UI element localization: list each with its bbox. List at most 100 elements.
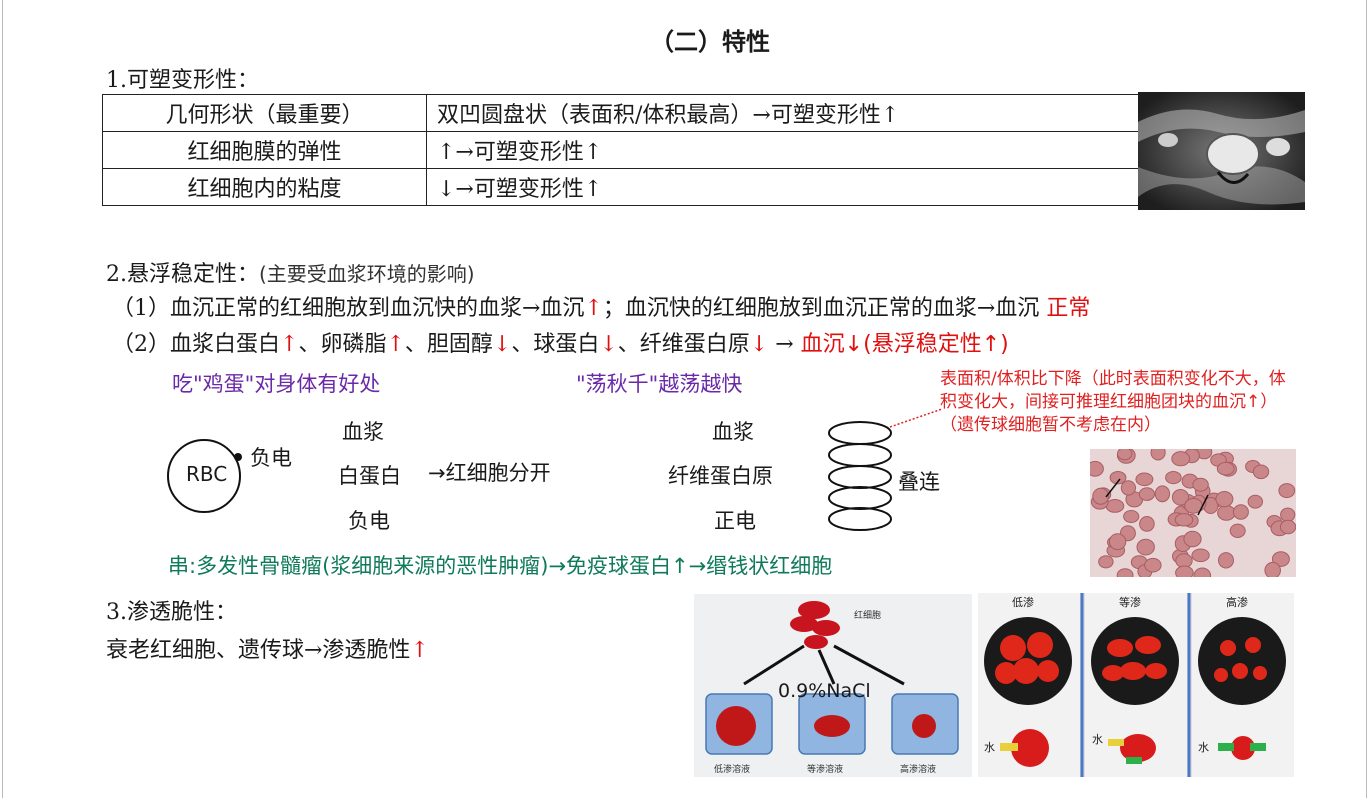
factor-cell: 红细胞膜的弹性 [102,131,427,169]
smear-cell [1090,460,1104,477]
col1-result: →红细胞分开 [428,461,551,485]
osmosis-rbc-label: 红细胞 [854,609,881,621]
side-note: 表面积/体积比下降（此时表面积变化不大，体积变化大，间接可推理红细胞团块的血沉↑… [940,369,1286,435]
line2-arrow: ↓ [492,332,512,357]
effect-cell: ↓→可塑变形性↑ [426,168,1139,206]
line1-end: 正常 [1046,296,1091,321]
line1-arrow: ↑ [584,296,603,321]
smear-cell [1218,552,1234,569]
smear-cell [1216,461,1235,476]
factor-cell: 几何形状（最重要） [102,94,427,132]
note-egg: 吃"鸡蛋"对身体有好处 [172,372,381,396]
line2-text: 、卵磷脂 [298,332,387,357]
line2-arrow: ↑ [280,332,299,357]
page-title: （二）特性 [650,27,770,56]
rouleaux-stack-diagram [828,421,892,531]
smear-cell [1174,513,1194,527]
section3-text-main: 衰老红细胞、遗传球→渗透脆性 [106,638,411,663]
section3-text: 衰老红细胞、遗传球→渗透脆性↑ [106,632,429,664]
smear-cell [1108,533,1127,551]
water-label: 水 [1092,733,1103,746]
nacl-label: 0.9%NaCl [778,680,871,702]
rbc-label: RBC [186,462,228,486]
panel-label: 高渗 [1226,595,1248,609]
water-label: 水 [984,741,995,754]
smear-cell [1232,504,1249,520]
smear-cell [1116,568,1134,577]
col1-plasma: 血浆 [342,420,384,444]
smear-cell [1278,483,1296,499]
section3-heading: 3.渗透脆性： [106,600,237,625]
col2-fibrinogen: 纤维蛋白原 [668,464,773,488]
beaker-label: 高渗溶液 [900,763,936,775]
smear-cell [1165,471,1182,485]
col2-plasma: 血浆 [712,420,754,444]
col2-charge: 正电 [714,509,756,533]
section2-heading-note: (主要受血浆环境的影响) [259,262,475,286]
line1-text2: ；血沉快的红细胞放到血沉正常的血浆→血沉 [602,296,1047,321]
blood-smear-photo [1090,449,1296,577]
line2-text: 、胆固醇 [404,332,493,357]
rbc-charge: 负电 [250,446,292,470]
bottom-note: 串:多发性骨髓瘤(浆细胞来源的恶性肿瘤)→免疫球蛋白↑→缗钱状红细胞 [168,554,833,578]
panel-label: 等渗 [1119,595,1141,609]
line2-text: 、球蛋白 [511,332,600,357]
line2-text: （2）血浆白蛋白 [112,332,280,357]
smear-cell [1193,567,1212,577]
smear-cell [1280,507,1296,523]
line2-end: 血沉↓(悬浮稳定性↑) [800,332,1009,357]
smear-cell [1252,464,1270,480]
line2-arrow: ↓ [749,332,769,357]
col1-albumin: 白蛋白 [338,464,401,488]
smear-cell [1191,548,1210,563]
smear-cell [1217,505,1236,521]
section2-heading-text: 2.悬浮稳定性： [106,262,259,287]
section2-line1: （1）血沉正常的红细胞放到血沉快的血浆→血沉↑；血沉快的红细胞放到血沉正常的血浆… [112,290,1090,322]
osmosis-panels-figure: 低渗 等渗 高渗 水 水 水 [978,593,1294,777]
line1-text: （1）血沉正常的红细胞放到血沉快的血浆→血沉 [112,296,585,321]
line2-text: → [768,332,801,357]
capillary-rbc-photo [1138,92,1305,210]
table-row: 红细胞膜的弹性 ↑→可塑变形性↑ [102,131,1139,169]
smear-cell [1171,451,1191,467]
water-label: 水 [1198,741,1209,754]
smear-cell [1117,449,1133,461]
smear-cell [1138,487,1156,501]
smear-cell [1154,485,1171,503]
table-row: 几何形状（最重要） 双凹圆盘状（表面积/体积最高）→可塑变形性↑ [102,94,1139,132]
smear-cell [1183,530,1202,548]
smear-cell [1135,472,1154,487]
smear-cell [1098,555,1114,569]
smear-cell [1229,523,1246,539]
smear-cell [1264,561,1281,577]
smear-cell [1279,519,1296,535]
section3-arrow: ↑ [410,638,429,663]
factor-cell: 红细胞内的粘度 [102,168,427,206]
smear-cell [1215,491,1234,508]
section2-heading: 2.悬浮稳定性：(主要受血浆环境的影响) [106,256,475,288]
effect-cell: ↑→可塑变形性↑ [426,131,1139,169]
beaker-label: 等渗溶液 [807,763,843,775]
beaker-label: 低渗溶液 [714,763,750,775]
section1-heading: 1.可塑变形性： [106,68,259,93]
smear-cell [1123,510,1140,523]
stack-label: 叠连 [898,470,940,494]
note-swing: "荡秋千"越荡越快 [576,372,743,396]
smear-cell [1175,565,1194,577]
smear-cell [1136,538,1155,556]
col1-charge: 负电 [348,509,390,533]
effect-cell: 双凹圆盘状（表面积/体积最高）→可塑变形性↑ [426,94,1139,132]
line2-arrow: ↓ [599,332,618,357]
smear-cell [1120,480,1137,496]
line2-text: 、纤维蛋白原 [617,332,750,357]
smear-cell [1139,516,1155,532]
note-pointer-line [889,408,943,428]
smear-cell [1150,449,1166,461]
panel-label: 低渗 [1012,595,1034,609]
table-row: 红细胞内的粘度 ↓→可塑变形性↑ [102,168,1139,206]
smear-cell [1247,494,1264,509]
smear-cell [1144,557,1162,573]
deformability-table: 几何形状（最重要） 双凹圆盘状（表面积/体积最高）→可塑变形性↑ 红细胞膜的弹性… [102,94,1139,206]
smear-cell [1192,477,1209,492]
section2-line2: （2）血浆白蛋白↑、卵磷脂↑、胆固醇↓、球蛋白↓、纤维蛋白原↓ → 血沉↓(悬浮… [112,326,1009,358]
